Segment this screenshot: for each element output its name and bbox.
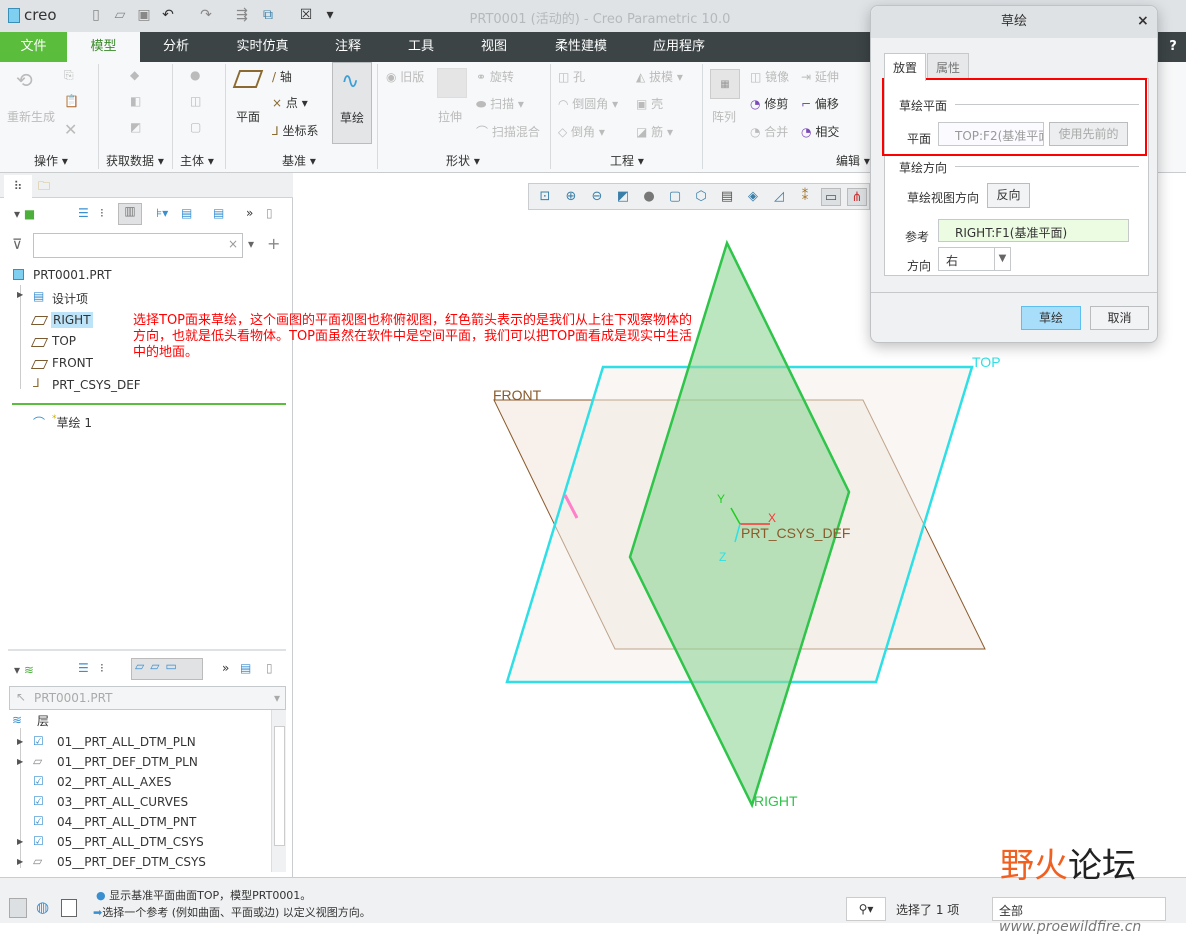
right-label: RIGHT <box>754 793 798 809</box>
message-line-1: ● 显示基准平面曲面TOP，模型PRT0001。 <box>96 889 312 902</box>
z-label: Z <box>719 550 726 564</box>
selection-filter[interactable]: 全部www.proewildfire.cn <box>992 897 1166 935</box>
datum-display-icon[interactable]: ⁑ <box>795 188 815 206</box>
x-label: X <box>768 511 776 525</box>
browser-icon[interactable]: ◍ <box>36 898 49 916</box>
perspective-icon[interactable]: ◈ <box>743 188 763 206</box>
find-button[interactable]: ⚲▾ <box>846 897 886 921</box>
section-icon[interactable]: ◿ <box>769 188 789 206</box>
message-line-2: ➡选择一个参考 (例如曲面、平面或边) 以定义视图方向。 <box>93 906 371 919</box>
tab-placement[interactable]: 放置 <box>884 53 927 81</box>
view-toolbar: ⊡ ⊕ ⊖ ◩ ● ▢ ⬡ ▤ ◈ ◿ ⁑ ▭ ⋔ <box>528 183 870 210</box>
watermark-logo: 野火论坛 <box>1000 846 1136 886</box>
annotation-text: 选择TOP面来草绘，这个画图的平面视图也称俯视图，红色箭头表示的是我们从上往下观… <box>133 313 693 360</box>
cancel-button[interactable]: 取消 <box>1090 306 1149 330</box>
view-direction-label: 草绘视图方向 <box>907 191 980 205</box>
csys-label: PRT_CSYS_DEF <box>741 525 850 541</box>
repaint-icon[interactable]: ◩ <box>613 188 633 206</box>
toggle-navigator-icon[interactable] <box>9 898 27 918</box>
view-manager-icon[interactable]: ⬡ <box>691 188 711 206</box>
flip-button[interactable]: 反向 <box>987 183 1030 208</box>
chevron-down-icon: ▼ <box>994 248 1010 270</box>
highlight-box <box>882 78 1147 156</box>
zoom-in-icon[interactable]: ⊕ <box>561 188 581 206</box>
sketch-ok-button[interactable]: 草绘 <box>1021 306 1081 330</box>
sketch-view-icon[interactable]: ▭ <box>821 187 841 206</box>
front-label: FRONT <box>493 387 542 403</box>
y-label: Y <box>717 492 725 506</box>
sketch-dialog: 草绘 × 放置 属性 草绘平面 平面 TOP:F2(基准平面) 使用先前的 草绘… <box>870 5 1158 343</box>
fullscreen-icon[interactable] <box>61 899 77 917</box>
annotation-display-icon[interactable]: ⋔ <box>847 187 867 206</box>
reference-field[interactable]: RIGHT:F1(基准平面) <box>938 219 1129 242</box>
zoom-out-icon[interactable]: ⊖ <box>587 188 607 206</box>
close-icon[interactable]: × <box>1137 13 1149 29</box>
named-view-icon[interactable]: ▤ <box>717 188 737 206</box>
saved-views-icon[interactable]: ▢ <box>665 188 685 206</box>
selection-count: 选择了 1 项 <box>896 903 960 917</box>
section-orientation: 草绘方向 <box>899 161 948 175</box>
top-label: TOP <box>972 354 1001 370</box>
tab-properties[interactable]: 属性 <box>927 53 970 79</box>
display-style-icon[interactable]: ● <box>639 188 659 206</box>
dialog-title: 草绘 <box>871 6 1157 38</box>
orientation-label: 方向 <box>907 259 932 273</box>
reference-label: 参考 <box>905 230 930 244</box>
orientation-select[interactable]: 右 ▼ <box>938 247 1011 271</box>
refit-icon[interactable]: ⊡ <box>535 188 555 206</box>
